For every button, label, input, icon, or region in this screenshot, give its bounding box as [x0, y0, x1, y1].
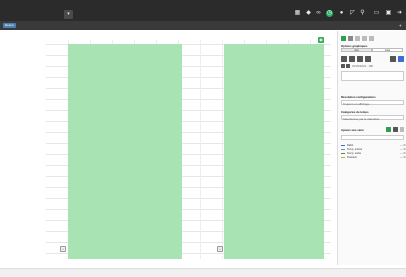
legend-value: — % — [400, 148, 406, 151]
shaded-period — [68, 44, 182, 259]
legend-item[interactable]: Temp. sortie — [341, 152, 361, 155]
user-icon[interactable]: ● — [338, 10, 345, 17]
legend-swatch — [341, 148, 345, 150]
add-series-icon[interactable] — [386, 127, 391, 132]
date-range-box[interactable] — [341, 71, 404, 81]
calendar-icon[interactable] — [357, 56, 363, 62]
pin-icon[interactable]: ⚲ — [359, 10, 366, 17]
legend-item[interactable]: Débit — [341, 144, 353, 147]
tab-day[interactable]: Jour — [341, 48, 372, 52]
tab-list[interactable]: Liste — [372, 48, 403, 52]
menu-icon[interactable] — [400, 127, 404, 132]
lock-icon[interactable]: ⌂ — [60, 246, 66, 252]
resolution-select[interactable]: Toujours en affichage — [341, 100, 404, 106]
save-icon[interactable]: ▣ — [385, 10, 392, 17]
section-resolution-title: Résolution configurations — [341, 95, 376, 99]
link-icon[interactable]: ∞ — [315, 10, 322, 17]
zoom-icon[interactable] — [369, 36, 374, 41]
print-icon[interactable] — [362, 36, 367, 41]
puzzle-icon[interactable]: ◆ — [305, 10, 312, 17]
time-select[interactable]: Sélectionner par le calendrier — [341, 115, 404, 121]
legend-label: Débit — [347, 144, 354, 147]
vgrid — [200, 40, 201, 259]
chevron-down-icon[interactable]: ▾ — [64, 10, 73, 19]
legend-label: Temp. sortie — [347, 152, 362, 155]
remove-series-icon[interactable] — [393, 127, 398, 132]
calendar-icon[interactable] — [365, 56, 371, 62]
window-icon[interactable]: ▭ — [373, 10, 380, 17]
chart-view-icon[interactable] — [341, 36, 346, 41]
calendar-icon[interactable] — [349, 56, 355, 62]
clock-icon[interactable]: ◷ — [326, 10, 333, 17]
datetime-label: 01/09/2022 - 18h — [352, 64, 374, 68]
series-toolbar[interactable] — [341, 135, 404, 140]
legend-item[interactable]: Temp. entrée — [341, 148, 362, 151]
secondary-bar: Retour ✦ — [0, 21, 406, 30]
right-panel: Options graphiques Jour Liste 01/09/2022… — [337, 31, 406, 265]
legend-label: Pression — [347, 156, 358, 159]
calendar-icon[interactable] — [390, 56, 396, 62]
vgrid — [222, 40, 223, 259]
table-view-icon[interactable] — [348, 36, 353, 41]
legend-swatch — [341, 144, 345, 146]
calendar-icon[interactable] — [398, 56, 404, 62]
settings-icon[interactable]: ✦ — [399, 23, 402, 28]
section-time-title: Catégories de temps — [341, 110, 369, 114]
shaded-period — [224, 44, 324, 259]
eye-icon[interactable]: ◉ — [318, 37, 324, 43]
section-series-title: Ajouter une série — [341, 128, 364, 132]
grid-icon[interactable]: ▦ — [294, 10, 301, 17]
legend-value: — % — [400, 152, 406, 155]
legend-value: — % — [400, 156, 406, 159]
exit-icon[interactable]: ➜ — [396, 10, 403, 17]
time-value: Sélectionner par le calendrier — [343, 116, 380, 121]
calendar-icon[interactable] — [341, 56, 347, 62]
back-tab[interactable]: Retour — [3, 23, 17, 28]
tag-icon[interactable]: ◸ — [349, 10, 356, 17]
legend-swatch — [341, 156, 345, 158]
legend-value: — % — [400, 144, 406, 147]
prev-icon[interactable] — [341, 64, 345, 68]
legend-swatch — [341, 152, 345, 154]
legend-item[interactable]: Pression — [341, 156, 357, 159]
legend-label: Temp. entrée — [347, 148, 363, 151]
next-icon[interactable] — [346, 64, 350, 68]
lock-icon[interactable]: ⌂ — [217, 246, 223, 252]
status-bar — [0, 268, 406, 277]
resolution-value: Toujours en affichage — [343, 101, 370, 106]
export-icon[interactable] — [355, 36, 360, 41]
top-toolbar: ▾ ▦ ◆ ∞ ◷ ● ◸ ⚲ ▭ ▣ ➜ — [0, 0, 406, 21]
